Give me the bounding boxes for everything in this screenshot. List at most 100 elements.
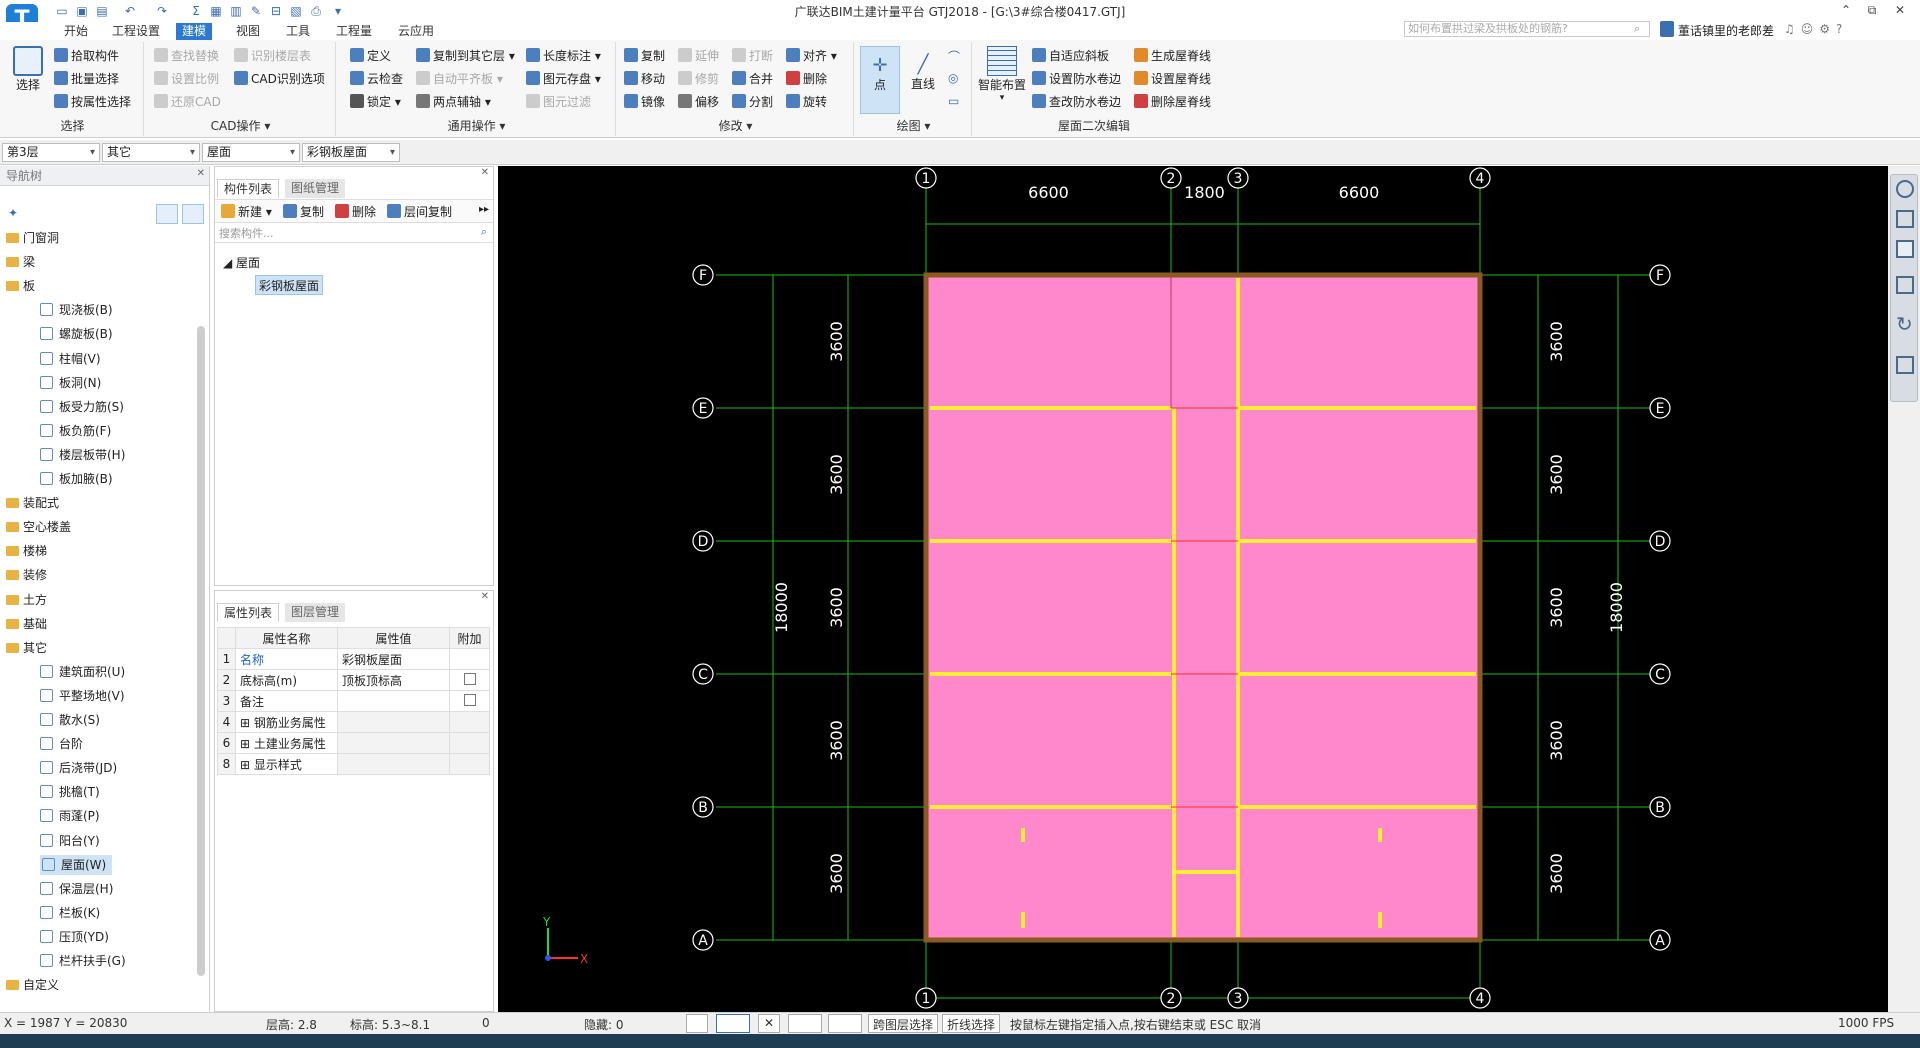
attr-value[interactable]: 彩钢板屋面 [337,648,450,670]
select-by-attr-button[interactable]: 按属性选择 [54,92,131,112]
ruler-icon[interactable]: ⊟ [268,3,284,19]
copy-between-floors-button[interactable]: 层间复制 [387,202,452,222]
rectangle-icon[interactable]: ▭ [948,94,959,108]
group-label-draw[interactable]: 绘图 ▾ [856,117,971,134]
group-label-cad[interactable]: CAD操作 ▾ [146,117,335,134]
orbit-icon[interactable] [1896,180,1914,198]
save-elements-button[interactable]: 图元存盘 ▾ [526,69,601,89]
close-icon[interactable]: ✕ [481,167,489,178]
element-filter-button[interactable]: 图元过滤 [526,92,591,112]
delete-component-button[interactable]: 删除 [335,202,376,222]
nav-item[interactable]: 板 [6,276,35,296]
attr-value[interactable] [337,732,450,754]
delete-button[interactable]: 删除 [786,69,827,89]
nav-item[interactable]: 台阶 [40,734,83,754]
open-file-icon[interactable]: ▣ [74,3,90,19]
nav-item[interactable]: 自定义 [6,975,59,995]
new-file-icon[interactable]: ▭ [54,3,70,19]
table-row[interactable]: 4 ⊞ 钢筋业务属性 [217,711,490,733]
select-big-button[interactable]: 选择 [10,46,46,93]
batch-select-button[interactable]: 批量选择 [54,69,119,89]
category-select[interactable]: 其它 [102,143,200,162]
floor-select[interactable]: 第3层 [2,143,100,162]
floor-plan[interactable]: 1 1 2 2 3 3 4 4 F F E E D D C C B B A A 6600 1800 6600 3600 3600… [498,166,1888,1012]
find-replace-button[interactable]: 查找替换 [154,46,219,66]
layout-icon[interactable]: ▧ [288,3,304,19]
snap-toggle-icon[interactable] [716,1014,750,1033]
close-icon[interactable]: ✕ [197,168,205,179]
attr-value[interactable] [337,753,450,775]
nav-item[interactable]: 板加腋(B) [40,469,113,489]
nav-item[interactable]: 后浇带(JD) [40,758,117,778]
nav-item[interactable]: 板洞(N) [40,373,101,393]
table-row[interactable]: 6 ⊞ 土建业务属性 [217,732,490,754]
smart-layout-button[interactable]: 智能布置 ▾ [974,46,1030,103]
type-select[interactable]: 屋面 [202,143,300,162]
menu-modeling[interactable]: 建模 [176,23,213,40]
close-icon[interactable]: ✕ [481,591,489,602]
copy-to-floor-button[interactable]: 复制到其它层 ▾ [416,46,515,66]
redo-icon[interactable]: ↷ [154,3,170,19]
component-select[interactable]: 彩钢板屋面 [302,143,400,162]
length-dim-button[interactable]: 长度标注 ▾ [526,46,601,66]
nav-item[interactable]: 雨蓬(P) [40,806,100,826]
table-row[interactable]: 2 底标高(m) 顶板顶标高 [217,669,490,691]
extend-button[interactable]: 延伸 [678,46,719,66]
tab-attribute-list[interactable]: 属性列表 [217,603,280,622]
nav-item[interactable]: 柱帽(V) [40,349,101,369]
display-settings-icon[interactable] [1896,356,1914,374]
nav-item[interactable]: 其它 [6,638,47,658]
save-icon[interactable]: ▤ [94,3,110,19]
draw-point-button[interactable]: ✛ 点 [860,46,900,114]
menu-tools[interactable]: 工具 [280,23,316,40]
offset-toggle-icon[interactable] [828,1014,862,1033]
split-button[interactable]: 分割 [732,92,773,112]
polyline-select-button[interactable]: 折线选择 [942,1014,1001,1033]
align-button[interactable]: 对齐 ▾ [786,46,837,66]
offset-button[interactable]: 偏移 [678,92,719,112]
trim-button[interactable]: 修剪 [678,69,719,89]
customize-icon[interactable]: ▾ [330,3,346,19]
nav-item[interactable]: 空心楼盖 [6,517,71,537]
extra-checkbox[interactable] [463,672,476,685]
nav-scrollbar[interactable] [197,326,205,976]
list-view-icon[interactable] [156,204,178,224]
cube-view-icon[interactable] [1896,240,1914,258]
table-row[interactable]: 8 ⊞ 显示样式 [217,753,490,775]
nav-item[interactable]: 门窗洞 [6,228,59,248]
notification-icon[interactable]: ♫☺⚙? [1784,22,1848,36]
nav-item[interactable]: 压顶(YD) [40,927,109,947]
new-component-button[interactable]: 新建 ▾ [221,202,272,222]
merge-button[interactable]: 合并 [732,69,773,89]
menu-project-settings[interactable]: 工程设置 [106,23,166,40]
two-point-axis-button[interactable]: 两点辅轴 ▾ [416,92,491,112]
menu-cloud[interactable]: 云应用 [392,23,440,40]
tab-layer-management[interactable]: 图层管理 [285,603,346,622]
cross-layer-select-button[interactable]: 跨图层选择 [868,1014,939,1033]
avatar[interactable] [1660,21,1674,37]
adaptive-slope-button[interactable]: 自适应斜板 [1032,46,1109,66]
rotate-button[interactable]: 旋转 [786,92,827,112]
extra-checkbox[interactable] [463,693,476,706]
circle-icon[interactable]: ◎ [948,71,958,85]
cad-options-button[interactable]: CAD识别选项 [234,69,325,89]
nav-item[interactable]: 楼层板带(H) [40,445,125,465]
nav-item[interactable]: 装配式 [6,493,59,513]
attr-value[interactable]: 顶板顶标高 [337,669,450,691]
edit-waterproof-edge-button[interactable]: 查改防水卷边 [1032,92,1121,112]
table-row[interactable]: 3 备注 [217,690,490,712]
table-row[interactable]: 1 名称 彩钢板屋面 [217,648,490,670]
nav-item[interactable]: 散水(S) [40,710,100,730]
pen-icon[interactable]: ✎ [248,3,264,19]
copy-button[interactable]: 复制 [624,46,665,66]
attr-value[interactable] [337,690,450,712]
drawing-canvas[interactable]: 1 1 2 2 3 3 4 4 F F E E D D C C B B A A 6600 1800 6600 3600 3600… [498,166,1888,1012]
rotate-view-icon[interactable]: ↻ [1896,312,1913,336]
auto-align-slab-button[interactable]: 自动平齐板 ▾ [416,69,503,89]
set-ridge-button[interactable]: 设置屋脊线 [1134,69,1211,89]
component-search-input[interactable]: 搜索构件... [215,225,493,243]
break-button[interactable]: 打断 [732,46,773,66]
restore-window-icon[interactable]: ⧉ [1862,2,1882,18]
expand-icon[interactable]: ⊞ [240,737,254,751]
nav-item[interactable]: 楼梯 [6,541,47,561]
